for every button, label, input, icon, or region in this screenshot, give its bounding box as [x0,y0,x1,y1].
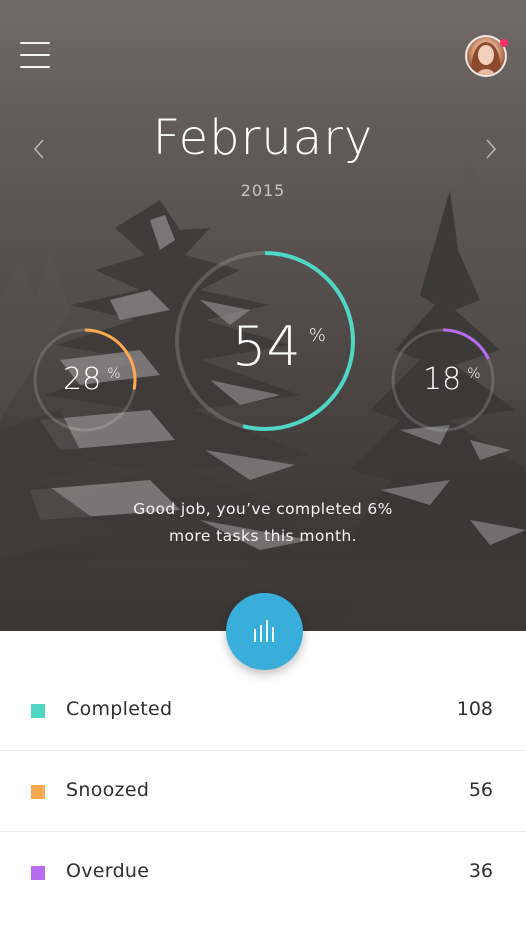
menu-line [20,54,50,56]
snoozed-percent-unit: % [107,366,121,382]
stat-row-overdue[interactable]: Overdue 36 [0,832,526,913]
stat-value: 36 [468,860,493,882]
menu-line [20,42,50,44]
completed-percent-unit: % [308,325,326,346]
task-stats-list: Completed 108 Snoozed 56 Overdue 36 [0,670,526,913]
message-line-1: Good job, you’ve completed 6% [133,500,393,518]
snoozed-color-swatch [31,785,45,799]
snoozed-percent: 28% [63,362,121,397]
overdue-color-swatch [31,866,45,880]
bar-chart-icon [254,620,274,642]
hamburger-menu-icon[interactable] [20,42,50,68]
stat-label: Completed [66,698,173,720]
snoozed-percent-value: 28 [63,362,102,397]
message-line-2: more tasks this month. [169,527,357,545]
completed-percent-value: 54 [232,315,301,378]
stat-value: 56 [468,779,493,801]
stat-row-completed[interactable]: Completed 108 [0,670,526,751]
overdue-percent-value: 18 [423,362,462,397]
month-title: February [152,110,374,166]
stat-value: 108 [456,698,493,720]
stat-label: Snoozed [66,779,150,801]
stat-row-snoozed[interactable]: Snoozed 56 [0,751,526,832]
completed-percent: 54% [232,315,326,378]
year-label: 2015 [240,181,286,200]
task-stats-screen: February 2015 28% 54% 18% Good job, you’… [0,0,526,936]
stats-fab-button[interactable] [226,593,303,670]
stat-label: Overdue [66,860,150,882]
menu-line [20,66,50,68]
overdue-percent-unit: % [467,366,481,382]
completed-color-swatch [31,704,45,718]
overdue-percent: 18% [423,362,481,397]
notification-dot [500,39,508,47]
motivation-message: Good job, you’ve completed 6% more tasks… [0,496,526,550]
